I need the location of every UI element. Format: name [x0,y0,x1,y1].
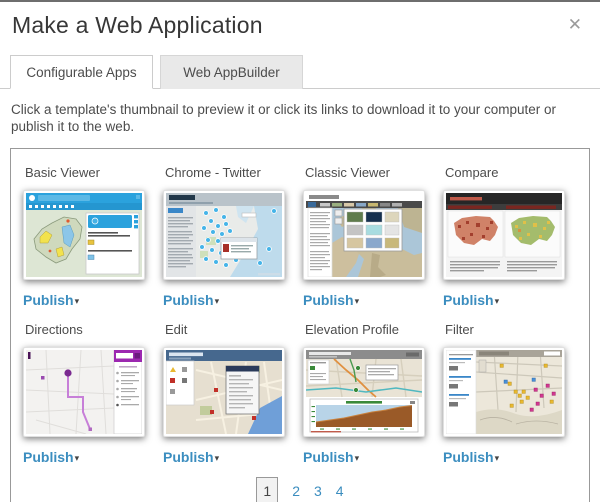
template-name: Chrome - Twitter [163,161,303,190]
caret-down-icon[interactable]: ▾ [75,296,80,306]
publish-link-elevation-profile[interactable]: Publish [303,449,354,465]
chrome-twitter-preview-image [166,193,282,277]
edit-preview-image [166,350,282,434]
caret-down-icon[interactable]: ▾ [495,453,500,463]
elevation-profile-preview-image [306,350,422,434]
publish-row: Publish▾ [443,449,583,465]
caret-down-icon[interactable]: ▾ [215,296,220,306]
page-button-3[interactable]: 3 [314,483,322,499]
publish-link-compare[interactable]: Publish [443,292,494,308]
publish-link-directions[interactable]: Publish [23,449,74,465]
templates-grid: Basic Viewer [11,149,589,475]
template-card-chrome-twitter: Chrome - Twitter [163,161,303,318]
caret-down-icon[interactable]: ▾ [215,453,220,463]
template-card-filter: Filter [443,318,583,475]
close-icon[interactable]: ✕ [562,12,588,37]
template-thumbnail-directions[interactable] [23,347,145,437]
template-card-directions: Directions [23,318,163,475]
template-name: Filter [443,318,583,347]
classic-viewer-preview-image [306,193,422,277]
tab-bar: Configurable Apps Web AppBuilder [0,54,600,89]
template-name: Edit [163,318,303,347]
template-thumbnail-classic-viewer[interactable] [303,190,425,280]
publish-row: Publish▾ [163,449,303,465]
publish-link-classic-viewer[interactable]: Publish [303,292,354,308]
template-thumbnail-compare[interactable] [443,190,565,280]
template-name: Classic Viewer [303,161,443,190]
template-name: Basic Viewer [23,161,163,190]
publish-link-chrome-twitter[interactable]: Publish [163,292,214,308]
filter-preview-image [446,350,562,434]
caret-down-icon[interactable]: ▾ [75,453,80,463]
template-card-classic-viewer: Classic Viewer [303,161,443,318]
template-card-elevation-profile: Elevation Profile [303,318,443,475]
page-button-4[interactable]: 4 [336,483,344,499]
compare-preview-image [446,193,562,277]
template-name: Elevation Profile [303,318,443,347]
publish-link-edit[interactable]: Publish [163,449,214,465]
page-button-1[interactable]: 1 [256,477,278,502]
dialog-title: Make a Web Application [12,12,263,39]
template-name: Directions [23,318,163,347]
tab-configurable-apps[interactable]: Configurable Apps [10,55,153,89]
publish-row: Publish▾ [303,449,443,465]
template-card-basic-viewer: Basic Viewer [23,161,163,318]
template-thumbnail-basic-viewer[interactable] [23,190,145,280]
make-web-application-dialog: Make a Web Application ✕ Configurable Ap… [0,0,600,502]
template-thumbnail-chrome-twitter[interactable] [163,190,285,280]
pagination: 1 2 3 4 [11,475,589,502]
template-thumbnail-filter[interactable] [443,347,565,437]
page-button-2[interactable]: 2 [292,483,300,499]
publish-link-filter[interactable]: Publish [443,449,494,465]
publish-row: Publish▾ [23,449,163,465]
publish-row: Publish▾ [443,292,583,308]
publish-row: Publish▾ [23,292,163,308]
template-name: Compare [443,161,583,190]
directions-preview-image [26,350,142,434]
template-thumbnail-elevation-profile[interactable] [303,347,425,437]
caret-down-icon[interactable]: ▾ [355,296,360,306]
template-card-edit: Edit [163,318,303,475]
publish-link-basic-viewer[interactable]: Publish [23,292,74,308]
template-thumbnail-edit[interactable] [163,347,285,437]
dialog-header: Make a Web Application ✕ [0,2,600,39]
publish-row: Publish▾ [303,292,443,308]
template-card-compare: Compare [443,161,583,318]
templates-panel: Basic Viewer [10,148,590,502]
caret-down-icon[interactable]: ▾ [495,296,500,306]
caret-down-icon[interactable]: ▾ [355,453,360,463]
tab-web-appbuilder[interactable]: Web AppBuilder [160,55,303,89]
publish-row: Publish▾ [163,292,303,308]
instruction-text: Click a template's thumbnail to preview … [11,101,588,135]
basic-viewer-preview-image [26,193,142,277]
